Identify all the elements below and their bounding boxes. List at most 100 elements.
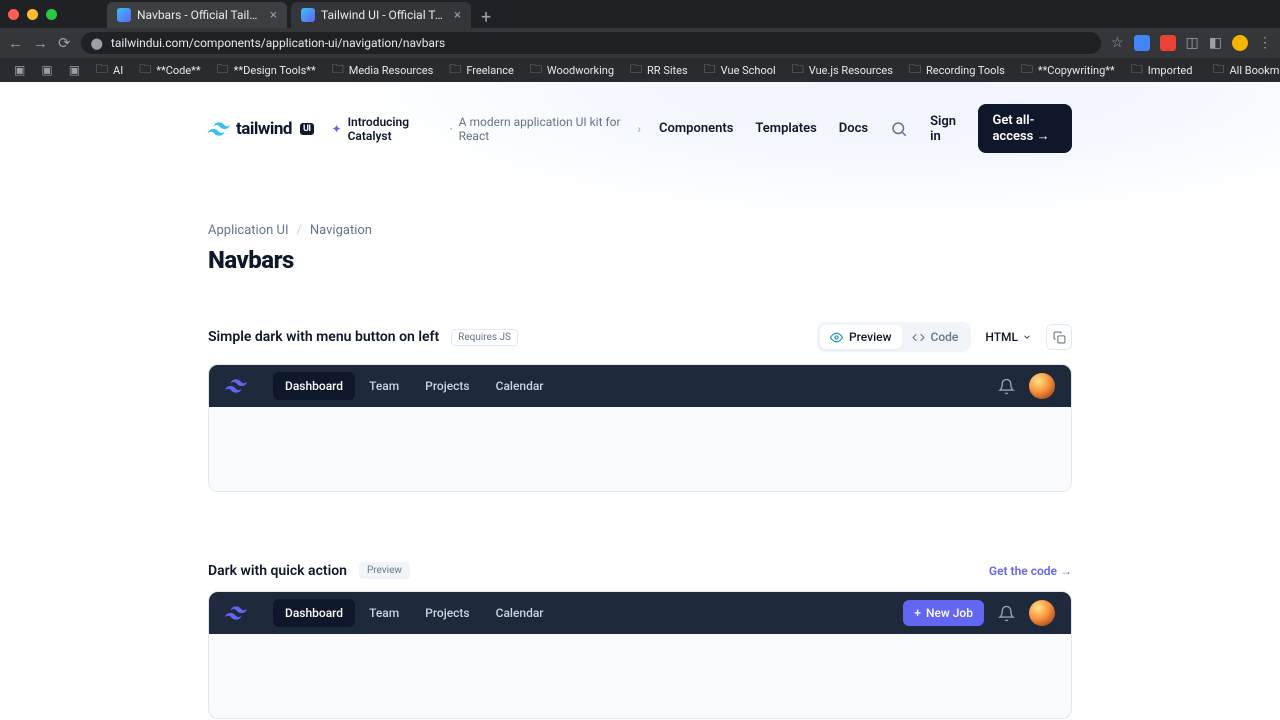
- new-job-button[interactable]: + New Job: [903, 600, 984, 626]
- bookmark-item[interactable]: ▣: [63, 61, 86, 79]
- get-the-code-link[interactable]: Get the code →: [989, 564, 1072, 578]
- url-text: tailwindui.com/components/application-ui…: [111, 36, 445, 50]
- get-all-access-button[interactable]: Get all-access →: [978, 104, 1072, 153]
- announcement-link[interactable]: ✦ Introducing Catalyst · A modern applic…: [332, 115, 641, 143]
- nav-link-team[interactable]: Team: [357, 599, 411, 627]
- eye-icon: [830, 331, 843, 344]
- nav-templates[interactable]: Templates: [755, 121, 816, 136]
- nav-link-projects[interactable]: Projects: [413, 599, 481, 627]
- code-icon: [912, 331, 925, 344]
- search-icon[interactable]: [890, 120, 908, 138]
- bookmark-item[interactable]: 🗀Media Resources: [326, 58, 440, 83]
- brand-logo-icon: [225, 379, 247, 393]
- component-preview: Dashboard Team Projects Calendar + New J…: [208, 591, 1072, 719]
- folder-icon: 🗀: [332, 60, 344, 81]
- bookmark-item[interactable]: 🗀Recording Tools: [903, 58, 1011, 83]
- close-window-icon[interactable]: [8, 9, 19, 20]
- bookmark-item[interactable]: 🗀RR Sites: [624, 58, 694, 83]
- reload-button[interactable]: ⟳: [58, 34, 71, 52]
- bookmark-item[interactable]: 🗀Imported: [1125, 58, 1199, 83]
- extension-icon[interactable]: [1134, 35, 1150, 51]
- notifications-icon[interactable]: [998, 378, 1015, 395]
- preview-toggle-button[interactable]: Preview: [820, 325, 902, 349]
- maximize-window-icon[interactable]: [46, 9, 57, 20]
- site-header: tailwind UI ✦ Introducing Catalyst · A m…: [208, 82, 1072, 171]
- bookmark-item[interactable]: 🗀Vue School: [698, 58, 782, 83]
- sign-in-link[interactable]: Sign in: [930, 114, 956, 144]
- nav-link-calendar[interactable]: Calendar: [484, 372, 556, 400]
- component-tools: Preview Code HTML: [817, 322, 1072, 352]
- extensions-icon[interactable]: ◫: [1186, 35, 1199, 51]
- menu-icon[interactable]: ⋮: [1258, 35, 1272, 51]
- breadcrumb: Application UI / Navigation: [208, 223, 1072, 238]
- folder-icon: 🗀: [704, 60, 716, 81]
- requires-js-badge: Requires JS: [451, 329, 518, 346]
- forward-button[interactable]: →: [33, 34, 48, 52]
- tab-close-icon[interactable]: ×: [454, 9, 461, 22]
- nav-link-projects[interactable]: Projects: [413, 372, 481, 400]
- folder-icon: 🗀: [792, 60, 804, 81]
- tab-close-icon[interactable]: ×: [270, 9, 277, 22]
- copy-button[interactable]: [1046, 324, 1072, 350]
- preview-body: [209, 407, 1071, 491]
- bookmark-item[interactable]: 🗀Woodworking: [524, 58, 620, 83]
- brand-logo-icon: [225, 606, 247, 620]
- breadcrumb-item[interactable]: Navigation: [310, 223, 372, 238]
- browser-tab-strip: Navbars - Official Tailwind C × Tailwind…: [0, 0, 1280, 28]
- new-tab-button[interactable]: +: [475, 7, 497, 28]
- breadcrumb-item[interactable]: Application UI: [208, 223, 288, 238]
- nav-link-dashboard[interactable]: Dashboard: [273, 372, 355, 400]
- tab-title: Tailwind UI - Official Tailwind: [321, 8, 448, 22]
- extension-icon[interactable]: [1160, 35, 1176, 51]
- notifications-icon[interactable]: [998, 605, 1015, 622]
- folder-icon: 🗀: [630, 60, 642, 81]
- tailwind-logo-icon: [208, 122, 230, 136]
- nav-link-calendar[interactable]: Calendar: [484, 599, 556, 627]
- preview-badge: Preview: [359, 562, 410, 579]
- breadcrumb-separator: /: [296, 223, 301, 238]
- user-avatar[interactable]: [1029, 373, 1055, 399]
- folder-icon: 🗀: [139, 60, 151, 81]
- code-toggle-button[interactable]: Code: [902, 325, 969, 349]
- bookmark-item[interactable]: ▣: [8, 61, 31, 79]
- bookmark-item[interactable]: 🗀**Design Tools**: [211, 58, 322, 83]
- folder-icon: 🗀: [909, 60, 921, 81]
- profile-avatar-icon[interactable]: [1232, 35, 1248, 51]
- preview-body: [209, 634, 1071, 718]
- nav-link-team[interactable]: Team: [357, 372, 411, 400]
- nav-components[interactable]: Components: [659, 121, 733, 136]
- sidepanel-icon[interactable]: ◧: [1209, 35, 1222, 51]
- user-avatar[interactable]: [1029, 600, 1055, 626]
- url-input[interactable]: ⬤ tailwindui.com/components/application-…: [81, 32, 1101, 54]
- component-preview: Dashboard Team Projects Calendar: [208, 364, 1072, 492]
- chevron-down-icon: [1022, 332, 1032, 342]
- sparkle-icon: ✦: [332, 122, 342, 136]
- bookmark-icon: ▣: [14, 63, 25, 77]
- all-bookmarks-button[interactable]: 🗀All Bookmarks: [1206, 58, 1280, 83]
- nav-docs[interactable]: Docs: [839, 121, 868, 136]
- arrow-right-icon: →: [1060, 564, 1072, 578]
- page-title: Navbars: [208, 246, 1072, 274]
- folder-icon: 🗀: [1021, 60, 1033, 81]
- bookmark-icon: ▣: [69, 63, 80, 77]
- browser-tab[interactable]: Tailwind UI - Official Tailwind ×: [291, 2, 471, 28]
- minimize-window-icon[interactable]: [27, 9, 38, 20]
- back-button[interactable]: ←: [8, 34, 23, 52]
- bookmark-item[interactable]: 🗀Freelance: [443, 58, 520, 83]
- announcement-title: Introducing Catalyst: [348, 115, 444, 143]
- language-dropdown[interactable]: HTML: [979, 325, 1038, 349]
- component-header: Simple dark with menu button on left Req…: [208, 322, 1072, 352]
- star-icon[interactable]: ☆: [1111, 35, 1124, 51]
- logo[interactable]: tailwind UI: [208, 119, 314, 139]
- bookmark-item[interactable]: 🗀**Code**: [133, 58, 206, 83]
- bookmark-item[interactable]: 🗀AI: [90, 58, 129, 83]
- window-controls: [8, 9, 57, 20]
- nav-link-dashboard[interactable]: Dashboard: [273, 599, 355, 627]
- bookmark-item[interactable]: 🗀**Copywriting**: [1015, 58, 1121, 83]
- browser-tab-active[interactable]: Navbars - Official Tailwind C ×: [107, 2, 287, 28]
- toolbar-right: ☆ ◫ ◧ ⋮: [1111, 35, 1272, 51]
- example-navbar: Dashboard Team Projects Calendar + New J…: [209, 592, 1071, 634]
- bookmark-item[interactable]: ▣: [35, 61, 58, 79]
- bookmark-item[interactable]: 🗀Vue.js Resources: [786, 58, 899, 83]
- nav-right: + New Job: [903, 600, 1055, 626]
